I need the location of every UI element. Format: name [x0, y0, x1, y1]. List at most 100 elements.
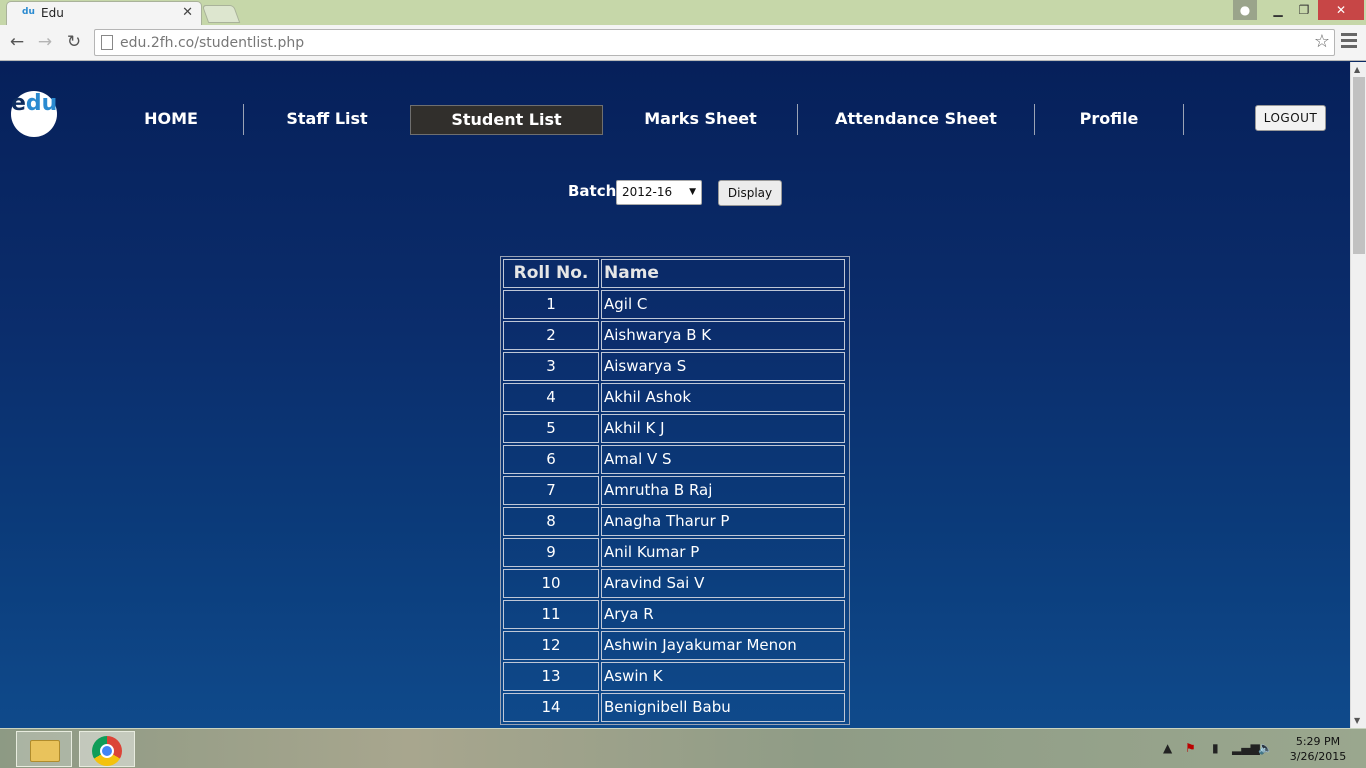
table-row: 8 Anagha Tharur P	[502, 506, 848, 537]
chrome-icon	[92, 736, 122, 766]
browser-menu-icon[interactable]	[1341, 33, 1357, 49]
reload-icon[interactable]: ↻	[63, 31, 85, 53]
close-tab-icon[interactable]: ✕	[182, 5, 193, 20]
roll-no-cell: 5	[503, 414, 599, 443]
nav-separator	[797, 104, 798, 135]
student-name-cell: Akhil Ashok	[601, 383, 845, 412]
system-clock[interactable]: 5:29 PM 3/26/2015	[1288, 734, 1348, 764]
user-profile-icon[interactable]: ●	[1233, 0, 1257, 20]
logo-text-dark: e	[11, 91, 26, 116]
scroll-up-arrow-icon[interactable]: ▲	[1354, 65, 1360, 74]
nav-marks-sheet[interactable]: Marks Sheet	[620, 105, 781, 135]
nav-separator	[1034, 104, 1035, 135]
nav-attendance-sheet[interactable]: Attendance Sheet	[812, 105, 1020, 135]
nav-home[interactable]: HOME	[121, 105, 221, 135]
roll-no-cell: 4	[503, 383, 599, 412]
close-window-button[interactable]: ✕	[1318, 0, 1364, 20]
roll-no-cell: 9	[503, 538, 599, 567]
dropdown-arrow-icon: ▼	[689, 187, 696, 197]
new-tab-button[interactable]	[201, 5, 241, 23]
browser-toolbar: ← → ↻ edu.2fh.co/studentlist.php ☆	[0, 25, 1366, 61]
student-name-cell: Aiswarya S	[601, 352, 845, 381]
student-name-cell: Aravind Sai V	[601, 569, 845, 598]
student-name-cell: Amal V S	[601, 445, 845, 474]
page-scrollbar[interactable]: ▲ ▼	[1350, 62, 1366, 728]
roll-no-cell: 8	[503, 507, 599, 536]
scrollbar-thumb[interactable]	[1353, 77, 1365, 254]
batch-label: Batch	[568, 182, 617, 200]
battery-icon[interactable]: ▮	[1212, 741, 1219, 755]
action-center-flag-icon[interactable]: ⚑	[1185, 741, 1196, 755]
roll-no-cell: 2	[503, 321, 599, 350]
table-row: 10 Aravind Sai V	[502, 568, 848, 599]
browser-tab[interactable]: du Edu ✕	[6, 1, 202, 25]
logo-text-light: du	[25, 91, 58, 116]
student-name-cell: Arya R	[601, 600, 845, 629]
display-button[interactable]: Display	[718, 180, 782, 206]
table-row: 14 Benignibell Babu	[502, 692, 848, 723]
roll-no-cell: 1	[503, 290, 599, 319]
volume-icon[interactable]: 🔈	[1258, 741, 1273, 755]
nav-student-list[interactable]: Student List	[410, 105, 603, 135]
student-name-cell: Aswin K	[601, 662, 845, 691]
table-row: 4 Akhil Ashok	[502, 382, 848, 413]
batch-selected-value: 2012-16	[622, 185, 673, 199]
table-row: 13 Aswin K	[502, 661, 848, 692]
table-row: 3 Aiswarya S	[502, 351, 848, 382]
nav-separator	[243, 104, 244, 135]
student-name-cell: Agil C	[601, 290, 845, 319]
page-icon	[101, 35, 113, 50]
bookmark-star-icon[interactable]: ☆	[1314, 31, 1330, 52]
site-logo[interactable]: edu	[11, 91, 57, 137]
table-row: 12 Ashwin Jayakumar Menon	[502, 630, 848, 661]
roll-no-cell: 12	[503, 631, 599, 660]
nav-profile[interactable]: Profile	[1050, 105, 1168, 135]
table-row: 2 Aishwarya B K	[502, 320, 848, 351]
table-row: 11 Arya R	[502, 599, 848, 630]
nav-separator	[1183, 104, 1184, 135]
file-explorer-taskbar-button[interactable]	[16, 731, 72, 767]
scroll-down-arrow-icon[interactable]: ▼	[1354, 716, 1360, 725]
show-hidden-icons-icon[interactable]: ▲	[1163, 741, 1172, 755]
maximize-window-button[interactable]: ❐	[1291, 0, 1317, 20]
site-favicon-icon: du	[22, 7, 35, 17]
roll-no-cell: 7	[503, 476, 599, 505]
page-content: edu HOME Staff List Student List Marks S…	[0, 62, 1350, 728]
table-row: 7 Amrutha B Raj	[502, 475, 848, 506]
table-row: 9 Anil Kumar P	[502, 537, 848, 568]
network-signal-icon[interactable]: ▂▄▆	[1232, 741, 1260, 755]
roll-no-cell: 10	[503, 569, 599, 598]
header-roll-no: Roll No.	[503, 259, 599, 288]
back-arrow-icon[interactable]: ←	[6, 31, 28, 53]
student-name-cell: Anil Kumar P	[601, 538, 845, 567]
chrome-taskbar-button[interactable]	[79, 731, 135, 767]
student-name-cell: Amrutha B Raj	[601, 476, 845, 505]
student-name-cell: Ashwin Jayakumar Menon	[601, 631, 845, 660]
clock-time: 5:29 PM	[1295, 735, 1341, 748]
header-name: Name	[601, 259, 845, 288]
table-row: 1 Agil C	[502, 289, 848, 320]
address-url[interactable]: edu.2fh.co/studentlist.php	[120, 35, 304, 51]
windows-taskbar: ▲ ⚑ ▮ ▂▄▆ 🔈 5:29 PM 3/26/2015	[0, 728, 1366, 768]
address-bar[interactable]: edu.2fh.co/studentlist.php ☆	[94, 29, 1335, 56]
table-header-row: Roll No. Name	[502, 258, 848, 289]
roll-no-cell: 14	[503, 693, 599, 722]
student-name-cell: Anagha Tharur P	[601, 507, 845, 536]
url-host: edu.2fh.co	[120, 35, 195, 51]
batch-select[interactable]: 2012-16 ▼	[616, 180, 702, 205]
url-path: /studentlist.php	[194, 35, 305, 51]
student-table: Roll No. Name 1 Agil C 2 Aishwarya B K 3 Aisw…	[500, 256, 850, 725]
roll-no-cell: 11	[503, 600, 599, 629]
table-row: 6 Amal V S	[502, 444, 848, 475]
clock-date: 3/26/2015	[1289, 750, 1347, 763]
forward-arrow-icon[interactable]: →	[34, 31, 56, 53]
logout-button[interactable]: LOGOUT	[1255, 105, 1326, 131]
nav-staff-list[interactable]: Staff List	[262, 105, 392, 135]
minimize-window-button[interactable]: ▁	[1265, 0, 1291, 20]
table-row: 5 Akhil K J	[502, 413, 848, 444]
tab-title: Edu	[41, 6, 64, 20]
roll-no-cell: 6	[503, 445, 599, 474]
roll-no-cell: 3	[503, 352, 599, 381]
student-name-cell: Aishwarya B K	[601, 321, 845, 350]
folder-icon	[30, 740, 60, 762]
